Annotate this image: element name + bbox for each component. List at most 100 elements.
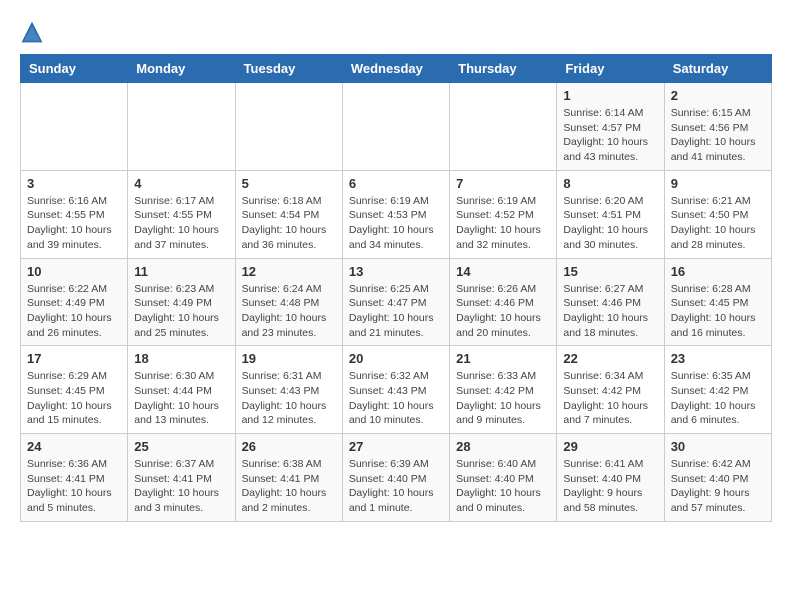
day-info-line: Sunrise: 6:35 AM xyxy=(671,369,765,384)
day-number: 20 xyxy=(349,351,443,366)
calendar-cell: 2Sunrise: 6:15 AMSunset: 4:56 PMDaylight… xyxy=(664,83,771,171)
day-info-line: Sunrise: 6:34 AM xyxy=(563,369,657,384)
day-info-line: Daylight: 10 hours xyxy=(134,486,228,501)
weekday-header-wednesday: Wednesday xyxy=(342,55,449,83)
day-info: Sunrise: 6:40 AMSunset: 4:40 PMDaylight:… xyxy=(456,457,550,516)
day-info: Sunrise: 6:42 AMSunset: 4:40 PMDaylight:… xyxy=(671,457,765,516)
day-number: 21 xyxy=(456,351,550,366)
day-info: Sunrise: 6:36 AMSunset: 4:41 PMDaylight:… xyxy=(27,457,121,516)
day-info-line: Sunset: 4:41 PM xyxy=(134,472,228,487)
day-info-line: and 15 minutes. xyxy=(27,413,121,428)
calendar-cell: 18Sunrise: 6:30 AMSunset: 4:44 PMDayligh… xyxy=(128,346,235,434)
day-info-line: Sunrise: 6:20 AM xyxy=(563,194,657,209)
day-info-line: and 6 minutes. xyxy=(671,413,765,428)
day-info-line: Sunrise: 6:22 AM xyxy=(27,282,121,297)
weekday-header-monday: Monday xyxy=(128,55,235,83)
calendar-cell xyxy=(342,83,449,171)
day-info-line: and 43 minutes. xyxy=(563,150,657,165)
day-info-line: Sunset: 4:44 PM xyxy=(134,384,228,399)
day-info-line: Sunset: 4:45 PM xyxy=(27,384,121,399)
day-info-line: Sunset: 4:43 PM xyxy=(349,384,443,399)
day-info-line: Daylight: 10 hours xyxy=(27,223,121,238)
calendar-cell: 7Sunrise: 6:19 AMSunset: 4:52 PMDaylight… xyxy=(450,170,557,258)
day-info-line: Daylight: 9 hours xyxy=(563,486,657,501)
day-info-line: and 37 minutes. xyxy=(134,238,228,253)
weekday-header-tuesday: Tuesday xyxy=(235,55,342,83)
day-info-line: Sunset: 4:47 PM xyxy=(349,296,443,311)
day-info-line: Sunrise: 6:19 AM xyxy=(456,194,550,209)
day-info-line: Sunrise: 6:32 AM xyxy=(349,369,443,384)
day-number: 5 xyxy=(242,176,336,191)
day-info-line: Daylight: 10 hours xyxy=(134,311,228,326)
calendar-cell: 19Sunrise: 6:31 AMSunset: 4:43 PMDayligh… xyxy=(235,346,342,434)
day-info-line: Daylight: 10 hours xyxy=(242,486,336,501)
calendar-cell: 22Sunrise: 6:34 AMSunset: 4:42 PMDayligh… xyxy=(557,346,664,434)
day-info-line: Sunrise: 6:25 AM xyxy=(349,282,443,297)
day-info: Sunrise: 6:35 AMSunset: 4:42 PMDaylight:… xyxy=(671,369,765,428)
day-info-line: Sunrise: 6:16 AM xyxy=(27,194,121,209)
day-number: 23 xyxy=(671,351,765,366)
day-info-line: Sunset: 4:42 PM xyxy=(563,384,657,399)
day-number: 18 xyxy=(134,351,228,366)
day-info-line: and 18 minutes. xyxy=(563,326,657,341)
day-info-line: Sunset: 4:41 PM xyxy=(242,472,336,487)
day-info-line: and 34 minutes. xyxy=(349,238,443,253)
weekday-header-row: SundayMondayTuesdayWednesdayThursdayFrid… xyxy=(21,55,772,83)
day-info-line: and 57 minutes. xyxy=(671,501,765,516)
calendar-cell: 14Sunrise: 6:26 AMSunset: 4:46 PMDayligh… xyxy=(450,258,557,346)
day-number: 26 xyxy=(242,439,336,454)
day-info-line: Sunrise: 6:29 AM xyxy=(27,369,121,384)
day-info-line: Daylight: 10 hours xyxy=(563,399,657,414)
day-number: 28 xyxy=(456,439,550,454)
day-info-line: Sunrise: 6:33 AM xyxy=(456,369,550,384)
day-info-line: Sunrise: 6:15 AM xyxy=(671,106,765,121)
day-info-line: Daylight: 10 hours xyxy=(242,311,336,326)
day-info-line: Sunset: 4:56 PM xyxy=(671,121,765,136)
calendar-cell: 11Sunrise: 6:23 AMSunset: 4:49 PMDayligh… xyxy=(128,258,235,346)
weekday-header-thursday: Thursday xyxy=(450,55,557,83)
day-info-line: Sunset: 4:49 PM xyxy=(134,296,228,311)
day-info: Sunrise: 6:32 AMSunset: 4:43 PMDaylight:… xyxy=(349,369,443,428)
day-number: 14 xyxy=(456,264,550,279)
day-info-line: Daylight: 10 hours xyxy=(349,399,443,414)
day-number: 8 xyxy=(563,176,657,191)
day-info-line: Daylight: 10 hours xyxy=(349,311,443,326)
day-info-line: and 58 minutes. xyxy=(563,501,657,516)
logo-icon xyxy=(20,20,44,44)
day-info-line: Daylight: 10 hours xyxy=(349,223,443,238)
day-info: Sunrise: 6:33 AMSunset: 4:42 PMDaylight:… xyxy=(456,369,550,428)
day-info: Sunrise: 6:37 AMSunset: 4:41 PMDaylight:… xyxy=(134,457,228,516)
day-info-line: Sunset: 4:57 PM xyxy=(563,121,657,136)
day-info-line: and 10 minutes. xyxy=(349,413,443,428)
day-info-line: Sunrise: 6:28 AM xyxy=(671,282,765,297)
logo xyxy=(20,20,48,44)
day-info: Sunrise: 6:27 AMSunset: 4:46 PMDaylight:… xyxy=(563,282,657,341)
day-info-line: and 30 minutes. xyxy=(563,238,657,253)
calendar-cell: 21 Sunrise: 6:33 AMSunset: 4:42 PMDayligh… xyxy=(450,346,557,434)
day-info-line: Sunset: 4:54 PM xyxy=(242,208,336,223)
calendar-week-row: 10Sunrise: 6:22 AMSunset: 4:49 PMDayligh… xyxy=(21,258,772,346)
day-info: Sunrise: 6:21 AMSunset: 4:50 PMDaylight:… xyxy=(671,194,765,253)
day-info: Sunrise: 6:25 AMSunset: 4:47 PMDaylight:… xyxy=(349,282,443,341)
day-info-line: and 5 minutes. xyxy=(27,501,121,516)
calendar-cell: 13Sunrise: 6:25 AMSunset: 4:47 PMDayligh… xyxy=(342,258,449,346)
day-info-line: and 1 minute. xyxy=(349,501,443,516)
day-info-line: Sunset: 4:40 PM xyxy=(563,472,657,487)
day-number: 9 xyxy=(671,176,765,191)
day-info-line: Sunset: 4:42 PM xyxy=(456,384,550,399)
day-info-line: Daylight: 9 hours xyxy=(671,486,765,501)
calendar-cell: 15Sunrise: 6:27 AMSunset: 4:46 PMDayligh… xyxy=(557,258,664,346)
day-number: 2 xyxy=(671,88,765,103)
day-info-line: Sunrise: 6:27 AM xyxy=(563,282,657,297)
day-number: 19 xyxy=(242,351,336,366)
day-info-line: and 7 minutes. xyxy=(563,413,657,428)
calendar-cell: 24Sunrise: 6:36 AMSunset: 4:41 PMDayligh… xyxy=(21,434,128,522)
calendar-week-row: 1Sunrise: 6:14 AMSunset: 4:57 PMDaylight… xyxy=(21,83,772,171)
calendar-cell: 9 Sunrise: 6:21 AMSunset: 4:50 PMDaylight… xyxy=(664,170,771,258)
day-info-line: Sunrise: 6:40 AM xyxy=(456,457,550,472)
day-info-line: Sunset: 4:40 PM xyxy=(456,472,550,487)
weekday-header-friday: Friday xyxy=(557,55,664,83)
day-info: Sunrise: 6:22 AMSunset: 4:49 PMDaylight:… xyxy=(27,282,121,341)
day-info: Sunrise: 6:28 AMSunset: 4:45 PMDaylight:… xyxy=(671,282,765,341)
day-info-line: Sunrise: 6:31 AM xyxy=(242,369,336,384)
